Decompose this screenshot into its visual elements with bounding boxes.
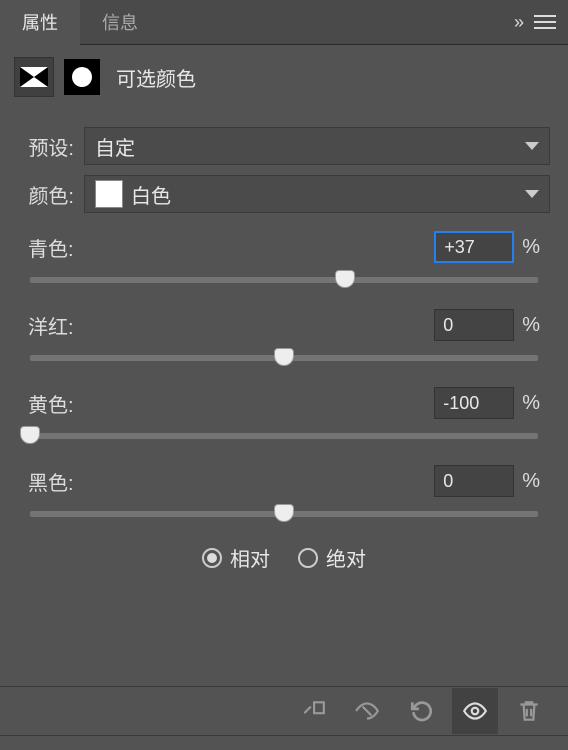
relative-radio[interactable]: 相对 xyxy=(202,543,270,572)
panel-menu-icon[interactable] xyxy=(534,15,556,29)
collapse-icon[interactable]: » xyxy=(514,12,518,33)
yellow-slider[interactable] xyxy=(30,433,538,439)
visibility-button[interactable] xyxy=(452,688,498,734)
color-swatch xyxy=(95,180,123,208)
black-input[interactable] xyxy=(434,465,514,497)
slider-knob[interactable] xyxy=(274,348,294,366)
preset-select[interactable]: 自定 xyxy=(84,127,550,165)
radio-icon xyxy=(202,548,222,568)
magenta-slider[interactable] xyxy=(30,355,538,361)
tab-bar: 属性 信息 » xyxy=(0,0,568,45)
yellow-input[interactable] xyxy=(434,387,514,419)
relative-label: 相对 xyxy=(230,543,270,572)
preset-label: 预设: xyxy=(18,132,74,161)
tab-info[interactable]: 信息 xyxy=(80,0,160,45)
cyan-label: 青色: xyxy=(28,233,74,262)
magenta-label: 洋红: xyxy=(28,311,74,340)
yellow-label: 黄色: xyxy=(28,389,74,418)
chevron-down-icon xyxy=(525,190,539,198)
panel-title: 可选颜色 xyxy=(116,63,196,92)
radio-icon xyxy=(298,548,318,568)
slider-knob[interactable] xyxy=(20,426,40,444)
pct-label: % xyxy=(522,470,540,493)
black-slider[interactable] xyxy=(30,511,538,517)
panel-footer xyxy=(0,686,568,736)
preset-value: 自定 xyxy=(95,132,135,161)
slider-knob[interactable] xyxy=(335,270,355,288)
colors-label: 颜色: xyxy=(18,180,74,209)
black-label: 黑色: xyxy=(28,467,74,496)
absolute-radio[interactable]: 绝对 xyxy=(298,543,366,572)
colors-value: 白色 xyxy=(131,180,171,209)
panel-header: 可选颜色 xyxy=(0,45,568,109)
colors-select[interactable]: 白色 xyxy=(84,175,550,213)
method-radio-group: 相对 绝对 xyxy=(18,543,550,572)
delete-button[interactable] xyxy=(506,688,552,734)
adjustment-icon[interactable] xyxy=(14,57,54,97)
chevron-down-icon xyxy=(525,142,539,150)
magenta-input[interactable] xyxy=(434,309,514,341)
tab-properties[interactable]: 属性 xyxy=(0,0,80,45)
view-previous-button[interactable] xyxy=(344,688,390,734)
clip-button[interactable] xyxy=(290,688,336,734)
cyan-slider[interactable] xyxy=(30,277,538,283)
mask-icon[interactable] xyxy=(64,59,100,95)
slider-knob[interactable] xyxy=(274,504,294,522)
absolute-label: 绝对 xyxy=(326,543,366,572)
pct-label: % xyxy=(522,236,540,259)
cyan-input[interactable] xyxy=(434,231,514,263)
pct-label: % xyxy=(522,314,540,337)
pct-label: % xyxy=(522,392,540,415)
reset-button[interactable] xyxy=(398,688,444,734)
